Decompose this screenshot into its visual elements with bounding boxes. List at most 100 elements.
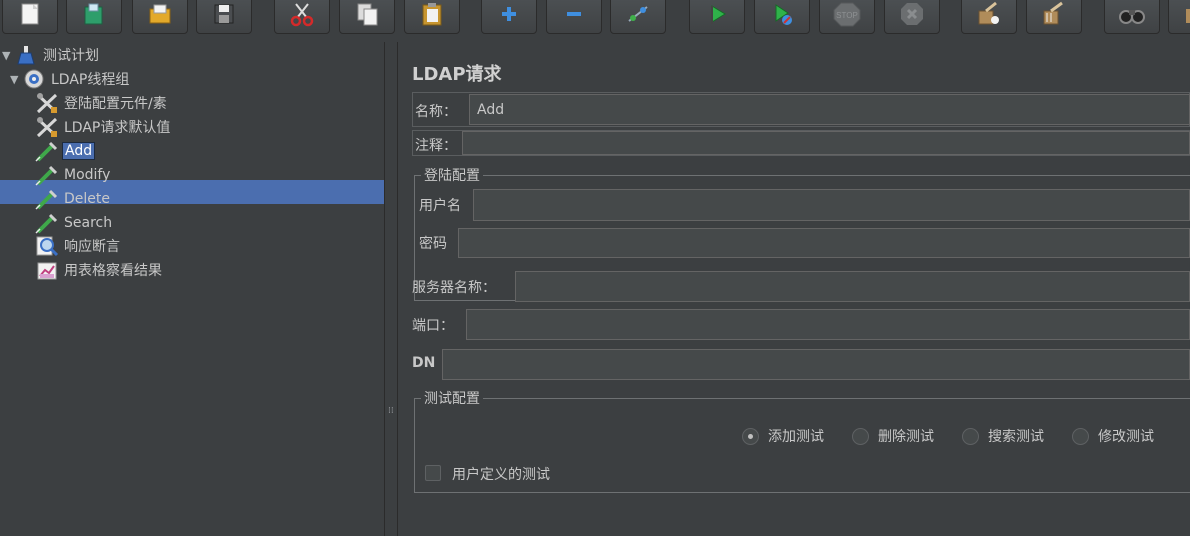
thread-group-icon [22, 68, 46, 90]
port-label: 端口： [412, 318, 454, 334]
collapse-triangle-icon[interactable]: ▼ [10, 73, 22, 86]
reset-search-icon [1186, 9, 1190, 23]
tree-item-login-config[interactable]: 登陆配置元件/素 [35, 91, 169, 115]
ldap-request-panel: LDAP请求 名称： 注释： 登陆配置 用户名 密码 服务器名称： 端口： DN… [399, 42, 1190, 536]
open-button[interactable] [132, 0, 188, 34]
test-config-title: 测试配置 [421, 388, 483, 408]
clear-all-icon [1043, 1, 1063, 25]
reset-search-button[interactable] [1168, 0, 1190, 34]
copy-button[interactable] [339, 0, 395, 34]
cut-button[interactable] [274, 0, 330, 34]
toggle-icon [628, 6, 648, 22]
tree-item-label: Search [64, 215, 113, 231]
name-input[interactable] [469, 94, 1190, 125]
name-label: 名称： [415, 104, 457, 120]
paste-icon [422, 3, 442, 26]
server-input[interactable] [515, 271, 1190, 302]
start-no-pause-icon [775, 4, 792, 25]
tree-item-label: 测试计划 [43, 48, 99, 64]
new-button[interactable] [2, 0, 58, 34]
dn-label: DN [412, 355, 436, 371]
radio-add-test[interactable]: 添加测试 [742, 426, 824, 446]
tree-item-label: Delete [64, 191, 110, 207]
sampler-icon [35, 164, 59, 186]
user-defined-checkbox[interactable] [425, 465, 441, 481]
shutdown-icon [901, 3, 923, 25]
dn-input[interactable] [442, 349, 1190, 380]
collapse-icon [567, 12, 581, 16]
tree-item-response-assertion[interactable]: 响应断言 [35, 234, 122, 258]
panel-splitter[interactable]: ⁞⁞ [385, 42, 398, 536]
copy-icon [357, 3, 378, 26]
port-input[interactable] [466, 309, 1190, 340]
tree-item-test-plan[interactable]: ▼ 测试计划 [2, 43, 101, 67]
tree-item-label: Add [62, 142, 96, 160]
start-no-pause-button[interactable] [754, 0, 810, 34]
sampler-icon [35, 212, 59, 234]
tree-item-search[interactable]: Search [35, 211, 114, 235]
test-type-radio-group: 添加测试 删除测试 搜索测试 修改测试 [742, 426, 1182, 446]
radio-unselected-icon [852, 427, 869, 445]
collapse-triangle-icon[interactable]: ▼ [2, 49, 14, 62]
tree-item-view-results-table[interactable]: 用表格察看结果 [35, 258, 164, 282]
tree-item-label: 响应断言 [64, 239, 120, 255]
templates-button[interactable] [66, 0, 122, 34]
username-input[interactable] [473, 189, 1190, 221]
tree-item-ldap-defaults[interactable]: LDAP请求默认值 [35, 115, 172, 139]
radio-unselected-icon [1072, 427, 1089, 445]
radio-search-test[interactable]: 搜索测试 [962, 426, 1044, 446]
comment-input[interactable] [462, 131, 1190, 155]
tree-item-label: 登陆配置元件/素 [64, 96, 167, 112]
panel-title: LDAP请求 [412, 64, 502, 85]
password-label: 密码 [419, 236, 447, 252]
tree-item-label: 用表格察看结果 [64, 263, 162, 279]
stop-text: STOP [836, 11, 858, 20]
listener-icon [35, 259, 59, 281]
radio-label: 添加测试 [768, 429, 824, 445]
collapse-button[interactable] [546, 0, 602, 34]
radio-unselected-icon [962, 427, 979, 445]
username-label: 用户名 [419, 198, 461, 214]
save-icon [214, 4, 234, 24]
search-button[interactable] [1104, 0, 1160, 34]
radio-modify-test[interactable]: 修改测试 [1072, 426, 1154, 446]
search-icon [1119, 10, 1145, 24]
tree-item-label: Modify [64, 167, 111, 183]
sampler-icon [35, 140, 59, 162]
radio-label: 修改测试 [1098, 429, 1154, 445]
save-button[interactable] [196, 0, 252, 34]
shutdown-button[interactable] [884, 0, 940, 34]
start-button[interactable] [689, 0, 745, 34]
expand-button[interactable] [481, 0, 537, 34]
tree-item-modify[interactable]: Modify [35, 163, 112, 187]
cut-icon [290, 3, 314, 27]
radio-delete-test[interactable]: 删除测试 [852, 426, 934, 446]
splitter-grip-icon[interactable]: ⁞⁞ [388, 407, 394, 429]
config-element-icon [35, 116, 59, 138]
paste-button[interactable] [404, 0, 460, 34]
tree-item-delete[interactable]: Delete [35, 187, 112, 211]
radio-label: 删除测试 [878, 429, 934, 445]
assertion-icon [35, 235, 59, 257]
clear-icon [978, 1, 999, 25]
clear-button[interactable] [961, 0, 1017, 34]
config-element-icon [35, 92, 59, 114]
clear-all-button[interactable] [1026, 0, 1082, 34]
password-input[interactable] [458, 228, 1190, 258]
radio-selected-icon [742, 427, 759, 445]
tree-item-label: LDAP请求默认值 [64, 120, 171, 136]
server-label: 服务器名称： [412, 280, 496, 296]
tree-item-thread-group[interactable]: ▼ LDAP线程组 [10, 67, 131, 91]
login-config-title: 登陆配置 [421, 165, 483, 185]
comment-label: 注释： [415, 138, 457, 154]
toggle-button[interactable] [610, 0, 666, 34]
tree-item-add[interactable]: Add [35, 139, 96, 163]
expand-icon [502, 7, 516, 21]
sampler-icon [35, 188, 59, 210]
stop-button[interactable]: STOP [819, 0, 875, 34]
start-icon [711, 5, 726, 24]
templates-icon [84, 3, 103, 25]
open-icon [149, 4, 171, 24]
toolbar: STOP [0, 0, 1190, 36]
tree-item-label: LDAP线程组 [51, 72, 130, 88]
